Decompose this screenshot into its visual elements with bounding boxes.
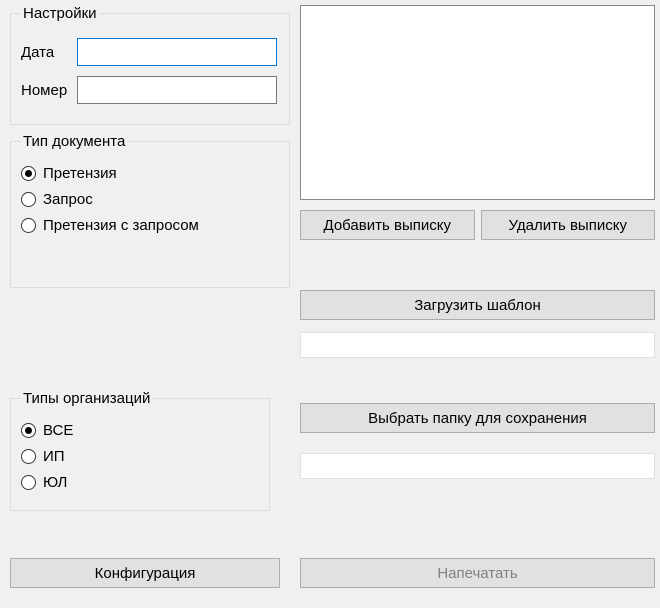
org-type-group: Типы организаций ВСЕ ИП ЮЛ [10, 390, 270, 511]
radio-icon [21, 192, 36, 207]
date-label: Дата [21, 44, 77, 61]
extract-listbox[interactable] [300, 5, 655, 200]
settings-legend: Настройки [21, 5, 99, 22]
radio-label: Претензия с запросом [43, 217, 199, 234]
settings-group: Настройки Дата Номер [10, 5, 290, 125]
choose-folder-button[interactable]: Выбрать папку для сохранения [300, 403, 655, 433]
number-label: Номер [21, 82, 77, 99]
print-button[interactable]: Напечатать [300, 558, 655, 588]
radio-label: ИП [43, 448, 65, 465]
add-extract-button[interactable]: Добавить выписку [300, 210, 475, 240]
delete-extract-button[interactable]: Удалить выписку [481, 210, 656, 240]
radio-label: ЮЛ [43, 474, 67, 491]
doc-type-legend: Тип документа [21, 133, 127, 150]
date-input[interactable] [77, 38, 277, 66]
radio-icon [21, 475, 36, 490]
radio-label: Запрос [43, 191, 93, 208]
radio-claim[interactable]: Претензия [21, 165, 279, 182]
radio-icon [21, 423, 36, 438]
radio-org-ip[interactable]: ИП [21, 448, 259, 465]
org-type-legend: Типы организаций [21, 390, 152, 407]
radio-icon [21, 449, 36, 464]
radio-label: ВСЕ [43, 422, 73, 439]
radio-icon [21, 166, 36, 181]
folder-path-display [300, 453, 655, 479]
radio-label: Претензия [43, 165, 117, 182]
load-template-button[interactable]: Загрузить шаблон [300, 290, 655, 320]
doc-type-group: Тип документа Претензия Запрос Претензия… [10, 133, 290, 288]
radio-org-all[interactable]: ВСЕ [21, 422, 259, 439]
radio-org-ul[interactable]: ЮЛ [21, 474, 259, 491]
radio-icon [21, 218, 36, 233]
radio-claim-request[interactable]: Претензия с запросом [21, 217, 279, 234]
template-path-display [300, 332, 655, 358]
number-input[interactable] [77, 76, 277, 104]
radio-request[interactable]: Запрос [21, 191, 279, 208]
config-button[interactable]: Конфигурация [10, 558, 280, 588]
